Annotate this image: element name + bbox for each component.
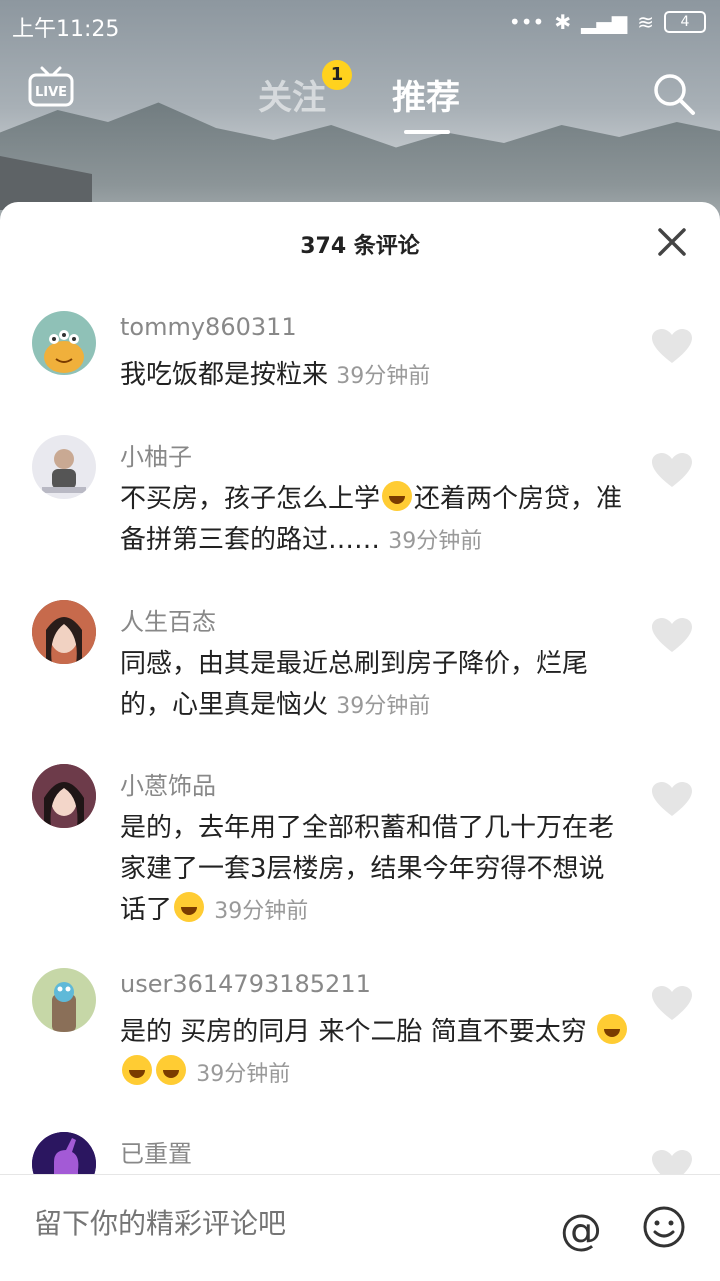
signal-dots-icon: ••• bbox=[508, 10, 545, 34]
svg-text:LIVE: LIVE bbox=[35, 85, 67, 100]
search-icon[interactable] bbox=[652, 72, 696, 116]
status-time: 上午11:25 bbox=[12, 17, 120, 42]
bluetooth-icon: ✱ bbox=[554, 10, 572, 34]
top-nav: LIVE 关注 1 推荐 bbox=[0, 50, 720, 140]
heart-icon[interactable] bbox=[652, 453, 692, 489]
comment-text: 是的，去年用了全部积蓄和借了几十万在老家建了一套3层楼房，结果今年穷得不想说话了… bbox=[120, 808, 630, 932]
child-photo-avatar-icon bbox=[42, 449, 86, 493]
comment-username[interactable]: user3614793185211 bbox=[120, 970, 371, 998]
cartoon-avatar-icon bbox=[52, 982, 76, 1032]
comment-body: 是的 买房的同月 来个二胎 简直不要太穷 bbox=[120, 1017, 596, 1047]
comment-input[interactable] bbox=[34, 1207, 514, 1240]
status-bar: 上午11:25 ••• ✱ ▂▄▆ ≋ 4 bbox=[0, 0, 720, 50]
comment-count: 374 条评论 bbox=[300, 234, 420, 259]
comment-text: 我吃饭都是按粒来 39分钟前 bbox=[120, 355, 630, 397]
tab-recommend[interactable]: 推荐 bbox=[392, 70, 460, 119]
comment-time: 39分钟前 bbox=[388, 529, 483, 554]
status-icons: ••• ✱ ▂▄▆ ≋ 4 bbox=[509, 10, 706, 34]
comment-text: 不买房，孩子怎么上学 还着两个房贷，准备拼第三套的路过…… 39分钟前 bbox=[120, 479, 630, 562]
battery-icon: 4 bbox=[664, 11, 706, 33]
avatar[interactable] bbox=[32, 435, 96, 499]
clapping-emoji-icon bbox=[597, 1014, 628, 1044]
live-tv-icon[interactable]: LIVE bbox=[28, 66, 74, 108]
comment-username[interactable]: 小柚子 bbox=[120, 437, 192, 472]
clapping-emoji-icon bbox=[156, 1055, 186, 1085]
comment-username[interactable]: 已重置 bbox=[120, 1134, 192, 1169]
heart-icon[interactable] bbox=[652, 986, 692, 1022]
cell-signal-icon: ▂▄▆ bbox=[581, 10, 628, 34]
emoji-picker-icon[interactable] bbox=[642, 1205, 686, 1249]
mention-at-icon[interactable]: @ bbox=[560, 1205, 602, 1254]
woman-photo-avatar-icon bbox=[32, 600, 96, 664]
heart-icon[interactable] bbox=[652, 782, 692, 818]
comment-input-bar: @ bbox=[0, 1174, 720, 1281]
close-icon[interactable] bbox=[656, 226, 688, 258]
crying-emoji-icon bbox=[174, 892, 205, 922]
tab-follow[interactable]: 关注 bbox=[258, 70, 326, 119]
comment-time: 39分钟前 bbox=[336, 364, 431, 389]
comment-time: 39分钟前 bbox=[214, 899, 309, 924]
avatar[interactable] bbox=[32, 600, 96, 664]
avatar[interactable] bbox=[32, 764, 96, 828]
comment-username[interactable]: 人生百态 bbox=[120, 602, 216, 637]
comment-body: 我吃饭都是按粒来 bbox=[120, 360, 329, 390]
comments-sheet: 374 条评论 tommy860311 我吃饭都是按粒来 39分钟前 小柚子 不… bbox=[0, 202, 720, 1280]
comment-username[interactable]: tommy860311 bbox=[120, 313, 297, 341]
follow-badge: 1 bbox=[322, 60, 352, 90]
tab-active-indicator bbox=[404, 130, 450, 134]
monster-avatar-icon bbox=[44, 330, 84, 373]
comment-username[interactable]: 小蒽饰品 bbox=[120, 766, 216, 801]
comments-header: 374 条评论 bbox=[0, 202, 720, 282]
comment-time: 39分钟前 bbox=[336, 694, 431, 719]
woman-photo-avatar-icon bbox=[32, 764, 96, 828]
comment-body-part1: 不买房，孩子怎么上学 bbox=[120, 484, 381, 514]
comment-time: 39分钟前 bbox=[196, 1062, 291, 1087]
wifi-icon: ≋ bbox=[637, 10, 654, 34]
comment-text: 是的 买房的同月 来个二胎 简直不要太穷 39分钟前 bbox=[120, 1012, 630, 1095]
avatar[interactable] bbox=[32, 311, 96, 375]
avatar[interactable] bbox=[32, 968, 96, 1032]
clapping-emoji-icon bbox=[122, 1055, 152, 1085]
comment-text: 同感，由其是最近总刷到房子降价，烂尾的，心里真是恼火 39分钟前 bbox=[120, 644, 630, 727]
heart-icon[interactable] bbox=[652, 618, 692, 654]
heart-icon[interactable] bbox=[652, 329, 692, 365]
laughing-tears-emoji-icon bbox=[382, 481, 413, 511]
